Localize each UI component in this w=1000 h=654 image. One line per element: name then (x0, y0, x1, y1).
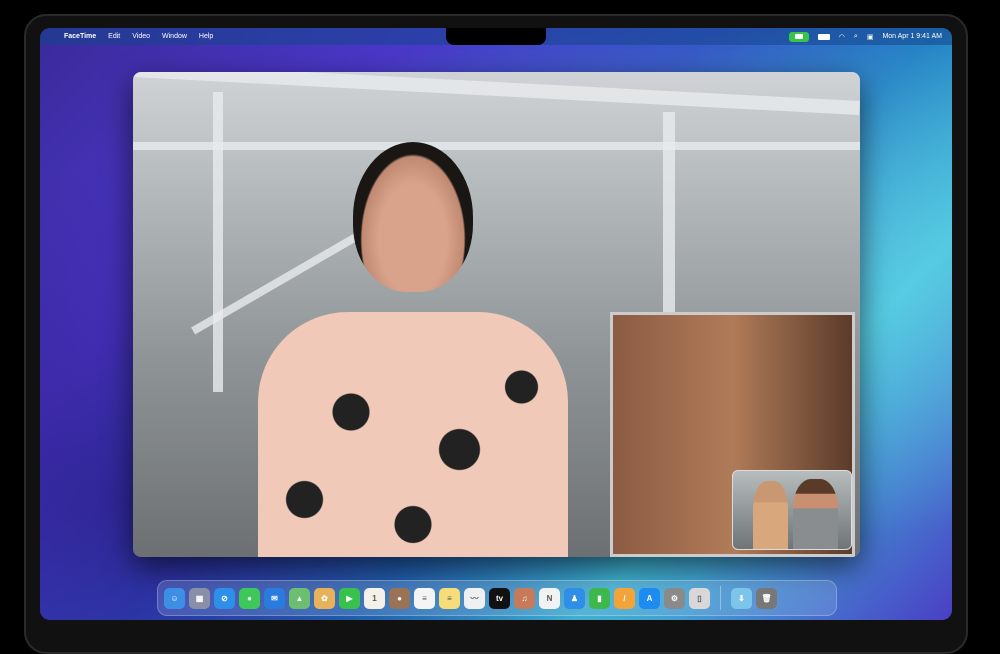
dock-facetime-icon[interactable]: ▶ (339, 587, 360, 609)
dock-separator (720, 586, 721, 610)
dock-maps-icon[interactable]: ▲ (289, 587, 310, 609)
menu-window[interactable]: Window (162, 33, 187, 40)
dock-music-icon[interactable]: ♫ (514, 587, 535, 609)
menu-app-name[interactable]: FaceTime (64, 33, 96, 40)
search-icon[interactable]: ⌕ (854, 33, 858, 41)
menu-help[interactable]: Help (199, 33, 213, 40)
camera-notch (446, 28, 546, 45)
control-center-icon[interactable]: ▣ (867, 33, 874, 41)
dock-system-settings-icon[interactable]: ⚙ (664, 587, 685, 609)
dock-reminders-icon[interactable]: ≡ (414, 587, 435, 609)
ceiling-beam (133, 72, 860, 116)
dock-numbers-icon[interactable]: ▮ (589, 587, 610, 609)
dock-iphone-mirroring-icon[interactable]: ▯ (689, 587, 710, 609)
menu-video[interactable]: Video (132, 33, 150, 40)
facetime-camera-indicator-icon[interactable] (788, 31, 809, 42)
dock-tv-icon[interactable]: tv (489, 587, 510, 609)
dock: ☺ ▦ ⊘ ● ✉ ▲ ✿ ▶ 1 ● ≡ ≡ 〰 tv ♫ N ♟ ▮ / A ⚙ ▯ ⬇ 🗑 (157, 580, 837, 616)
self-view-pip[interactable] (732, 470, 852, 550)
dock-freeform-icon[interactable]: 〰 (464, 587, 485, 609)
dock-finder-icon[interactable]: ☺ (164, 587, 185, 609)
dock-photos-icon[interactable]: ✿ (314, 587, 335, 609)
dock-pages-icon[interactable]: / (614, 587, 635, 609)
dock-mail-icon[interactable]: ✉ (264, 587, 285, 609)
support-column (663, 112, 675, 332)
dock-keynote-icon[interactable]: ♟ (564, 587, 585, 609)
dock-messages-icon[interactable]: ● (239, 587, 260, 609)
facetime-video-window[interactable] (133, 72, 860, 557)
dock-contacts-icon[interactable]: ● (389, 587, 410, 609)
participant-head (353, 142, 473, 292)
dock-launchpad-icon[interactable]: ▦ (189, 587, 210, 609)
wifi-icon[interactable]: ◠ (839, 33, 845, 41)
participant-body (258, 312, 568, 557)
dock-trash-icon[interactable]: 🗑 (756, 587, 777, 609)
remote-participant (258, 142, 568, 557)
dock-notes-icon[interactable]: ≡ (439, 587, 460, 609)
self-view-person (753, 481, 788, 549)
dock-app-store-icon[interactable]: A (639, 587, 660, 609)
dock-downloads-icon[interactable]: ⬇ (731, 587, 752, 609)
dock-news-icon[interactable]: N (539, 587, 560, 609)
menu-edit[interactable]: Edit (108, 33, 120, 40)
self-view-person (793, 479, 838, 549)
support-column (213, 92, 223, 392)
dock-calendar-icon[interactable]: 1 (364, 587, 385, 609)
dock-safari-icon[interactable]: ⊘ (214, 587, 235, 609)
menu-clock[interactable]: Mon Apr 1 9:41 AM (882, 33, 942, 40)
battery-icon[interactable] (817, 33, 830, 40)
desktop: FaceTime Edit Video Window Help ◠ ⌕ ▣ Mo… (40, 28, 952, 620)
